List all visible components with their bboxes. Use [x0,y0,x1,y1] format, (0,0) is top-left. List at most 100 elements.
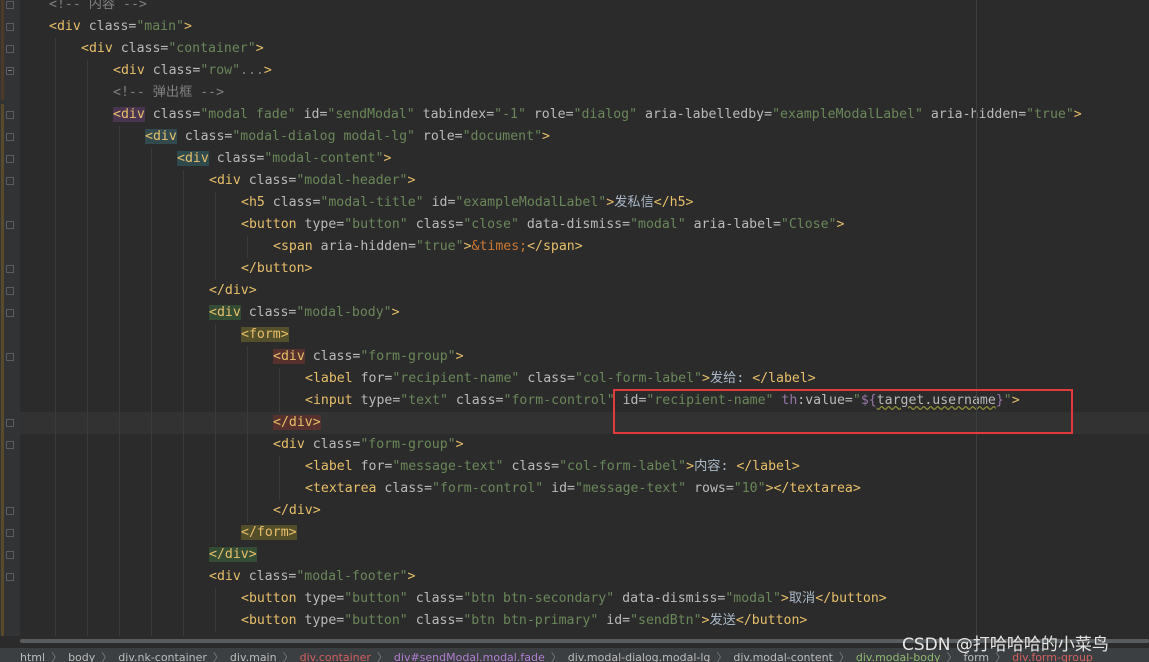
indent-guide [87,258,88,280]
code-token: "document" [462,129,543,144]
code-line[interactable]: <label for="message-text" class="col-for… [20,456,1149,478]
code-token: > [183,19,192,34]
breadcrumb-item[interactable]: div.modal-content [733,651,833,662]
code-token: type= [296,613,345,628]
indent-guide [87,170,88,192]
indent-guide [119,302,120,324]
code-token: <div [113,63,145,78]
fold-marker-icon[interactable] [6,1,14,9]
code-token: <form> [241,327,289,342]
code-line[interactable]: <form> [20,324,1149,346]
indent-guide [151,280,152,302]
breadcrumb-item[interactable]: div.nk-container [118,651,207,662]
code-token: > [455,349,464,364]
fold-marker-icon[interactable] [6,221,14,229]
indent-guide [279,368,280,390]
code-line[interactable]: </div> [20,280,1149,302]
code-area[interactable]: <!-- 内容 --> <div class="main"> <div class=… [20,0,1149,636]
code-line[interactable]: <div class="form-group"> [20,434,1149,456]
code-token: "button" [344,591,408,606]
code-token: <button [241,217,297,232]
fold-marker-icon[interactable] [6,529,14,537]
code-line[interactable]: <div class="row"...> [20,60,1149,82]
code-text: <textarea class="form-control" id="messa… [305,478,861,500]
indent-guide [55,82,56,104]
code-line[interactable]: <!-- 弹出框 --> [20,82,1149,104]
code-line[interactable]: <!-- 内容 --> [20,0,1149,16]
code-line[interactable]: <textarea class="form-control" id="messa… [20,478,1149,500]
breadcrumb-item[interactable]: html [20,651,45,662]
code-line[interactable]: <button type="button" class="btn btn-sec… [20,588,1149,610]
code-token: aria-label= [685,217,781,232]
fold-marker-icon[interactable] [6,551,14,559]
breadcrumb-item[interactable]: div.modal-dialog.modal-lg [568,651,711,662]
code-editor[interactable]: <!-- 内容 --> <div class="main"> <div class=… [0,0,1149,636]
code-line[interactable]: </form> [20,522,1149,544]
code-token: > [686,459,695,474]
fold-expand-icon[interactable] [6,67,14,75]
fold-marker-icon[interactable] [6,441,14,449]
indent-guide [87,60,88,82]
code-line[interactable]: <button type="button" class="close" data… [20,214,1149,236]
fold-marker-icon[interactable] [6,507,14,515]
indent-guide [87,632,88,636]
indent-guide [151,412,152,434]
code-token: class= [144,63,201,78]
indent-guide [151,192,152,214]
indent-guide [183,258,184,280]
chevron-right-icon: 〉 [716,651,728,662]
breadcrumb-item[interactable]: body [68,651,95,662]
indent-guide [119,566,120,588]
code-line[interactable]: <div class="main"> [20,16,1149,38]
code-line[interactable]: <div class="modal-footer"> [20,566,1149,588]
code-line[interactable]: </div> [20,544,1149,566]
code-line[interactable]: <button type="button" class="btn btn-pri… [20,610,1149,632]
code-line[interactable]: <div class="modal-content"> [20,148,1149,170]
code-token: class= [240,305,297,320]
code-line[interactable]: <div class="modal-body"> [20,302,1149,324]
code-text: </div> [273,412,321,434]
fold-marker-icon[interactable] [6,23,14,31]
code-token: "dialog" [573,107,638,122]
code-text: <!-- 弹出框 --> [113,82,224,104]
indent-guide [87,148,88,170]
code-line[interactable]: <div class="container"> [20,38,1149,60]
fold-marker-icon[interactable] [6,309,14,317]
indent-guide [151,346,152,368]
code-token: <button [241,613,297,628]
fold-marker-icon[interactable] [6,419,14,427]
fold-marker-icon[interactable] [6,111,14,119]
code-token: for= [352,459,393,474]
fold-marker-icon[interactable] [6,45,14,53]
code-token: <div [81,41,113,56]
indent-guide [55,412,56,434]
fold-marker-icon[interactable] [6,573,14,581]
code-line[interactable]: </div> [20,500,1149,522]
code-text: </div> [209,280,257,302]
code-line[interactable]: <label for="recipient-name" class="col-f… [20,368,1149,390]
fold-marker-icon[interactable] [6,133,14,141]
breadcrumb-item[interactable]: div.container [300,651,371,662]
code-token: ></textarea> [765,481,861,496]
indent-guide [119,610,120,632]
code-line[interactable]: <h5 class="modal-title" id="exampleModal… [20,192,1149,214]
fold-marker-icon[interactable] [6,353,14,361]
code-line[interactable]: <div class="modal-dialog modal-lg" role=… [20,126,1149,148]
fold-marker-icon[interactable] [6,155,14,163]
fold-marker-icon[interactable] [6,287,14,295]
fold-marker-icon[interactable] [6,265,14,273]
code-token: "exampleModalLabel" [455,195,607,210]
indent-guide [247,236,248,258]
code-line[interactable]: <div class="modal fade" id="sendModal" t… [20,104,1149,126]
code-text: </div> [273,500,321,522]
breadcrumb-item[interactable]: div.main [230,651,277,662]
code-text: <span aria-hidden="true">&times;</span> [273,236,583,258]
code-line[interactable]: <div class="modal-header"> [20,170,1149,192]
code-token: "-1" [494,107,526,122]
code-line[interactable]: <span aria-hidden="true">&times;</span> [20,236,1149,258]
code-line[interactable]: </button> [20,258,1149,280]
fold-marker-icon[interactable] [6,177,14,185]
code-line[interactable]: <div class="form-group"> [20,346,1149,368]
breadcrumb-item[interactable]: div#sendModal.modal.fade [394,651,545,662]
indent-guide [183,236,184,258]
